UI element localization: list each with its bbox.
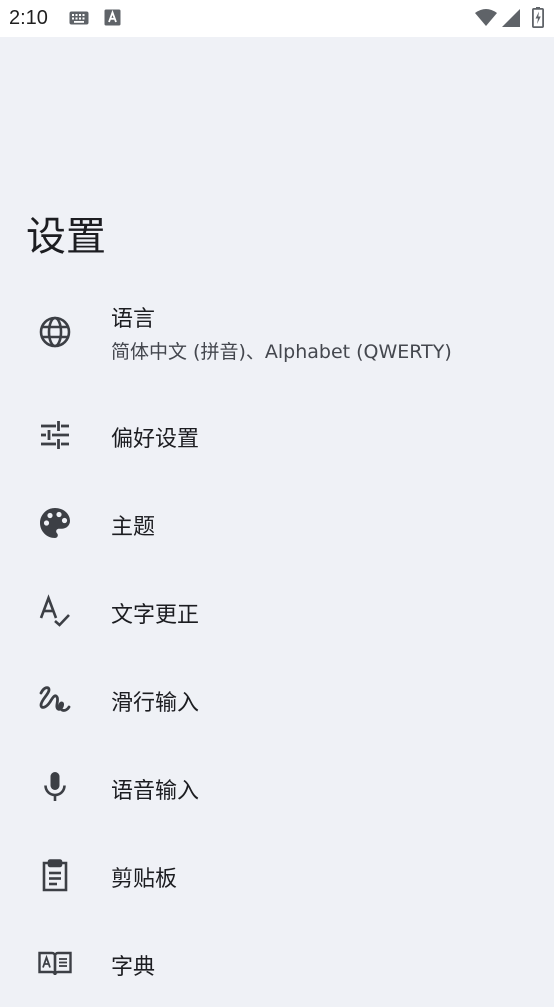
keyboard-notification-icon <box>69 11 89 25</box>
menu-item-dictionary[interactable]: 字典 <box>0 919 554 1007</box>
gesture-icon <box>38 682 72 716</box>
globe-icon <box>38 315 72 349</box>
menu-item-theme[interactable]: 主题 <box>0 479 554 567</box>
menu-item-label: 偏好设置 <box>111 427 200 452</box>
menu-item-label: 语言 <box>111 307 156 332</box>
spellcheck-icon <box>38 594 72 628</box>
clipboard-icon <box>38 858 72 892</box>
settings-menu-list: 语言 简体中文 (拼音)、Alphabet (QWERTY) 偏好设置 主题 文… <box>0 288 554 994</box>
cellular-signal-icon <box>502 9 520 27</box>
menu-item-text-correction[interactable]: 文字更正 <box>0 567 554 655</box>
menu-item-label: 字典 <box>111 955 156 980</box>
microphone-icon <box>38 770 72 804</box>
menu-item-clipboard[interactable]: 剪贴板 <box>0 831 554 919</box>
battery-icon <box>532 7 544 28</box>
status-time: 2:10 <box>9 7 48 29</box>
menu-item-label: 剪贴板 <box>111 867 178 892</box>
wifi-icon <box>475 9 497 27</box>
page-title: 设置 <box>26 214 106 260</box>
palette-icon <box>38 506 72 540</box>
status-bar: 2:10 <box>0 0 554 37</box>
menu-item-label: 语音输入 <box>111 779 200 804</box>
menu-item-voice-input[interactable]: 语音输入 <box>0 743 554 831</box>
font-notification-icon <box>104 9 121 26</box>
menu-item-label: 滑行输入 <box>111 691 200 716</box>
menu-item-glide-typing[interactable]: 滑行输入 <box>0 655 554 743</box>
menu-item-subtitle: 简体中文 (拼音)、Alphabet (QWERTY) <box>111 341 452 363</box>
dictionary-icon <box>38 946 72 980</box>
menu-item-languages[interactable]: 语言 简体中文 (拼音)、Alphabet (QWERTY) <box>0 288 554 378</box>
menu-item-preferences[interactable]: 偏好设置 <box>0 391 554 479</box>
menu-item-label: 主题 <box>111 515 156 540</box>
menu-item-label: 文字更正 <box>111 603 200 628</box>
tune-sliders-icon <box>38 418 72 452</box>
